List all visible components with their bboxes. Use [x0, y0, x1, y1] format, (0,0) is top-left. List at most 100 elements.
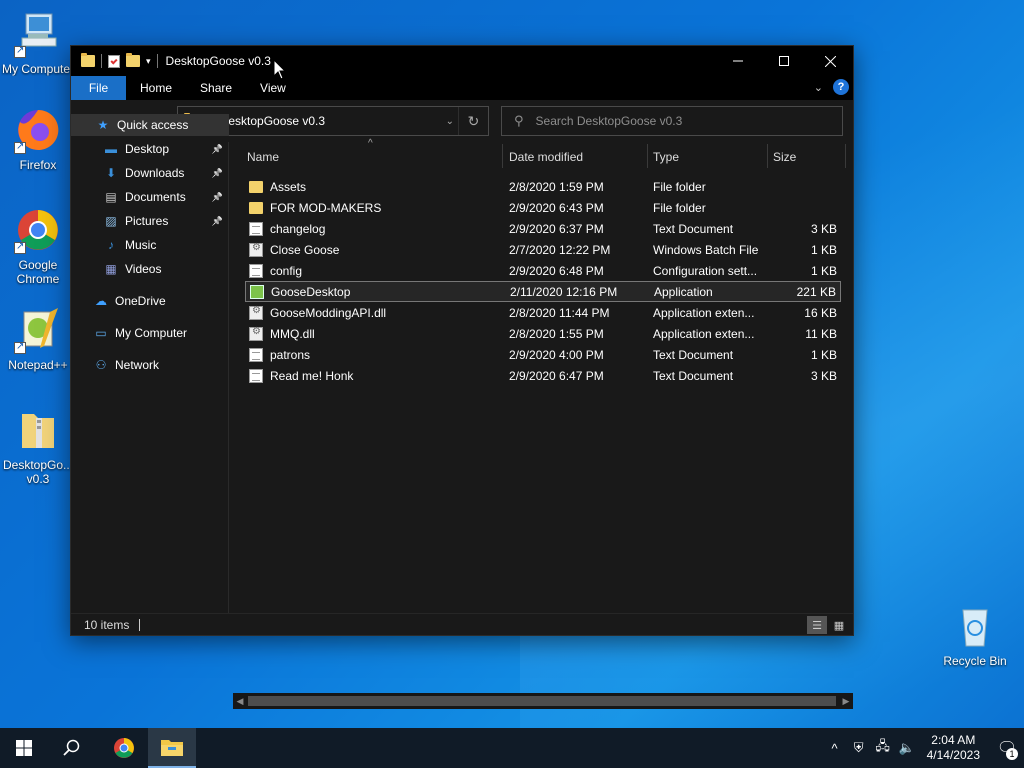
desktop-icon-my-computer[interactable]: My Computer: [0, 10, 76, 76]
desktop-icon-notepadpp[interactable]: Notepad++: [0, 306, 76, 372]
scrollbar-thumb[interactable]: [248, 696, 836, 706]
file-row[interactable]: FOR MOD-MAKERS 2/9/2020 6:43 PM File folde…: [245, 197, 841, 218]
nav-item-videos[interactable]: ▦ Videos: [71, 258, 229, 280]
column-type[interactable]: Type: [653, 142, 679, 172]
file-row[interactable]: config 2/9/2020 6:48 PM Configuration sett…: [245, 260, 841, 281]
address-path[interactable]: DesktopGoose v0.3: [220, 114, 325, 128]
pin-icon[interactable]: 📌: [212, 192, 223, 203]
file-row[interactable]: patrons 2/9/2020 4:00 PM Text Document 1 KB: [245, 344, 841, 365]
tab-view[interactable]: View: [246, 76, 300, 100]
tab-share[interactable]: Share: [186, 76, 246, 100]
settings-file-icon: [249, 305, 263, 320]
document-icon: [249, 221, 263, 236]
customize-toolbar-icon[interactable]: ▾: [146, 56, 151, 67]
file-name-cell: patrons: [249, 347, 311, 362]
desktop-icon-recycle-bin[interactable]: Recycle Bin: [937, 602, 1013, 668]
pin-icon[interactable]: 📌: [212, 216, 223, 227]
maximize-button[interactable]: [761, 46, 807, 76]
file-size: 1 KB: [810, 242, 837, 257]
file-row[interactable]: Assets 2/8/2020 1:59 PM File folder: [245, 176, 841, 197]
file-date: 2/11/2020 12:16 PM: [510, 284, 618, 299]
large-icons-view-icon[interactable]: ▦: [829, 616, 849, 634]
minimize-button[interactable]: [715, 46, 761, 76]
nav-item-downloads[interactable]: ⬇ Downloads 📌: [71, 162, 229, 184]
pin-icon[interactable]: 📌: [212, 144, 223, 155]
nav-item-documents[interactable]: ▤ Documents 📌: [71, 186, 229, 208]
nav-item-label: Pictures: [125, 214, 169, 228]
notepadpp-icon: [14, 306, 62, 354]
file-row[interactable]: GooseModdingAPI.dll 2/8/2020 11:44 PM Appl…: [245, 302, 841, 323]
expand-ribbon-icon[interactable]: ⌄: [814, 81, 823, 94]
file-row[interactable]: Close Goose 2/7/2020 12:22 PM Windows Batc…: [245, 239, 841, 260]
desktop-icon-desktopgoose[interactable]: DesktopGo... v0.3: [0, 406, 76, 486]
recycle-bin-icon: [951, 602, 999, 650]
new-folder-icon[interactable]: [126, 53, 140, 67]
network-icon[interactable]: 🖧: [871, 737, 895, 759]
chrome-icon: [14, 206, 62, 254]
file-type: File folder: [653, 179, 706, 194]
file-type: Application: [654, 284, 713, 299]
refresh-button[interactable]: ↻: [458, 107, 488, 135]
properties-icon[interactable]: [108, 54, 120, 68]
nav-item-quick-access[interactable]: ★ Quick access: [71, 114, 229, 136]
search-button[interactable]: [48, 728, 96, 768]
quick-access-toolbar: ▾: [71, 46, 158, 76]
file-row[interactable]: GooseDesktop 2/11/2020 12:16 PM Applicatio…: [245, 281, 841, 302]
desktop-icon-chrome[interactable]: Google Chrome: [0, 206, 76, 286]
desktop-icon-firefox[interactable]: Firefox: [0, 106, 76, 172]
file-size: 3 KB: [810, 368, 837, 383]
folder-icon: [81, 53, 95, 67]
videos-icon: ▦: [105, 262, 117, 276]
volume-icon[interactable]: 🔈: [895, 740, 919, 756]
nav-item-label: Music: [125, 238, 157, 252]
file-name: Close Goose: [270, 242, 340, 257]
pin-icon[interactable]: 📌: [212, 168, 223, 179]
nav-item-desktop[interactable]: ▬ Desktop 📌: [71, 138, 229, 160]
taskbar-file-explorer[interactable]: [148, 728, 196, 768]
help-icon[interactable]: ?: [833, 79, 849, 95]
column-size[interactable]: Size: [773, 142, 796, 172]
search-box[interactable]: ⚲ Search DesktopGoose v0.3: [501, 106, 843, 136]
security-alert-icon[interactable]: ⛨: [847, 740, 871, 756]
file-date: 2/7/2020 12:22 PM: [509, 242, 611, 257]
notification-center-button[interactable]: 🗨 1: [990, 728, 1024, 768]
file-explorer-icon: [161, 740, 183, 756]
chevron-down-icon[interactable]: ⌄: [446, 116, 454, 127]
taskbar-chrome[interactable]: [100, 728, 148, 768]
file-row[interactable]: changelog 2/9/2020 6:37 PM Text Document 3 …: [245, 218, 841, 239]
file-row[interactable]: Read me! Honk 2/9/2020 6:47 PM Text Docume…: [245, 365, 841, 386]
title-bar[interactable]: ▾ DesktopGoose v0.3: [71, 46, 853, 76]
nav-item-music[interactable]: ♪ Music: [71, 234, 229, 256]
close-button[interactable]: [807, 46, 853, 76]
computer-icon: ▭: [95, 326, 107, 340]
clock[interactable]: 2:04 AM 4/14/2023: [927, 733, 980, 763]
horizontal-scrollbar[interactable]: ◀ ▶: [233, 693, 853, 709]
scroll-left-icon[interactable]: ◀: [233, 693, 247, 709]
file-row[interactable]: MMQ.dll 2/8/2020 1:55 PM Application exten…: [245, 323, 841, 344]
nav-item-label: Network: [115, 358, 160, 372]
file-name-cell: Assets: [249, 180, 306, 194]
column-date-modified[interactable]: Date modified: [509, 142, 583, 172]
desktop-icon-label: My Computer: [1, 62, 75, 76]
scroll-right-icon[interactable]: ▶: [839, 693, 853, 709]
show-hidden-icons-icon[interactable]: ^: [823, 741, 847, 756]
column-name[interactable]: Name: [247, 142, 279, 172]
nav-item-label: Downloads: [125, 166, 185, 180]
file-date: 2/8/2020 11:44 PM: [509, 305, 610, 320]
file-name: FOR MOD-MAKERS: [270, 200, 382, 215]
file-date: 2/9/2020 4:00 PM: [509, 347, 604, 362]
desktop-icon-label: DesktopGo... v0.3: [2, 458, 74, 486]
file-name: patrons: [270, 347, 311, 362]
nav-item-onedrive[interactable]: ☁ OneDrive: [71, 290, 229, 312]
details-view-icon[interactable]: ☰: [807, 616, 827, 634]
file-type: Application exten...: [653, 326, 755, 341]
tab-home[interactable]: Home: [126, 76, 186, 100]
nav-item-my-computer[interactable]: ▭ My Computer: [71, 322, 229, 344]
nav-item-pictures[interactable]: ▨ Pictures 📌: [71, 210, 229, 232]
start-button[interactable]: [0, 728, 48, 768]
file-type: Text Document: [653, 347, 734, 362]
ribbon-tabs: File Home Share View ⌄ ?: [71, 76, 853, 100]
nav-item-network[interactable]: ⚇ Network: [71, 354, 229, 376]
file-name: Read me! Honk: [270, 368, 354, 383]
tab-file[interactable]: File: [71, 76, 126, 100]
